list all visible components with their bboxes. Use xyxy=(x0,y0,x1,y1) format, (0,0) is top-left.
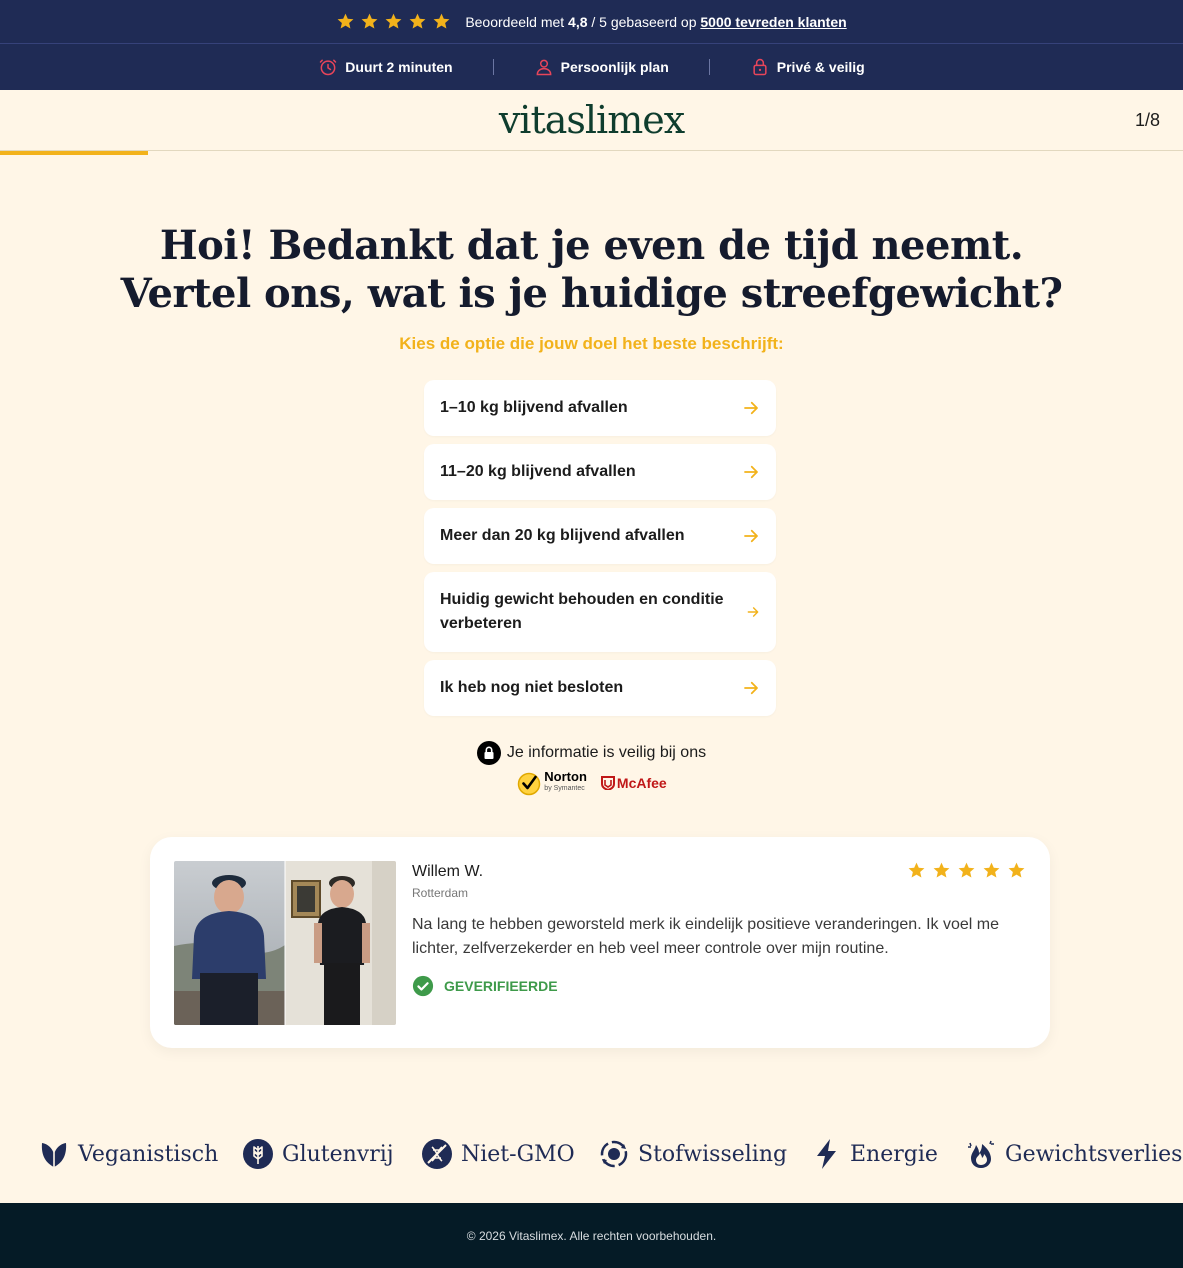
flame-icon xyxy=(968,1140,994,1168)
rating-stars xyxy=(336,12,451,31)
feature-vegan: Veganistisch xyxy=(38,1134,218,1174)
star-icon xyxy=(933,862,950,878)
feature-label: Veganistisch xyxy=(78,1141,219,1167)
verified-badge: GEVERIFIEERDE xyxy=(412,975,558,997)
step-counter: 1/8 xyxy=(1134,110,1160,130)
non-gmo-icon xyxy=(422,1139,452,1169)
feature-personal: Persoonlijk plan xyxy=(534,57,669,77)
rating-mid: / 5 gebaseerd op xyxy=(587,13,701,30)
padlock-icon xyxy=(476,741,501,765)
before-after-image xyxy=(174,861,396,1025)
star-icon xyxy=(361,13,378,29)
review-stars xyxy=(907,861,1026,880)
answer-options: 1–10 kg blijvend afvallen 11–20 kg blijv… xyxy=(424,380,776,724)
star-icon xyxy=(385,13,402,29)
option-label: 1–10 kg blijvend afvallen xyxy=(440,399,628,416)
leaf-icon xyxy=(41,1143,67,1167)
feature-metabolism: Stofwisseling xyxy=(598,1134,787,1174)
star-icon xyxy=(958,862,975,878)
before-after-photo xyxy=(174,861,396,1025)
option-label: 11–20 kg blijvend afvallen xyxy=(440,463,636,480)
question-subtitle: Kies de optie die jouw doel het beste be… xyxy=(399,334,784,353)
question-title: Hoi! Bedankt dat je even de tijd neemt. … xyxy=(120,222,1063,317)
security-text: Je informatie is veilig bij ons xyxy=(506,744,707,761)
product-features: Veganistisch Glutenvrij Niet-GMO Stofwis… xyxy=(0,1134,1183,1174)
top-bar: Beoordeeld met 4,8 / 5 gebaseerd op 5000… xyxy=(0,0,1183,90)
site-header: vitaslimex 1/8 xyxy=(0,90,1183,151)
option-maintain-weight[interactable]: Huidig gewicht behouden en conditie verb… xyxy=(424,572,776,652)
norton-sub-label: by Symantec xyxy=(544,785,585,792)
rating-value: 4,8 xyxy=(568,13,588,30)
reviews-link[interactable]: 5000 tevreden klanten xyxy=(700,14,846,30)
feature-label: Stofwisseling xyxy=(638,1141,788,1167)
option-label: Meer dan 20 kg blijvend afvallen xyxy=(440,527,685,544)
star-icon xyxy=(337,13,354,29)
feature-duration: Duurt 2 minuten xyxy=(318,57,453,77)
mcafee-badge: McAfee xyxy=(600,775,667,791)
rating-text: Beoordeeld met 4,8 / 5 gebaseerd op 5000… xyxy=(465,14,846,30)
feature-privacy: Privé & veilig xyxy=(750,57,865,77)
feature-label: Niet-GMO xyxy=(461,1141,575,1167)
arrow-right-icon xyxy=(747,607,759,617)
norton-check-icon xyxy=(518,772,541,796)
option-undecided[interactable]: Ik heb nog niet besloten xyxy=(424,660,776,716)
rating-prefix: Beoordeeld met xyxy=(465,13,569,30)
reviewer-city: Rotterdam xyxy=(412,886,469,900)
feature-label: Glutenvrij xyxy=(282,1141,394,1167)
feature-energy: Energie xyxy=(812,1134,938,1174)
security-note: Je informatie is veilig bij ons xyxy=(0,741,1183,765)
mcafee-shield-icon xyxy=(600,776,615,790)
star-icon xyxy=(409,13,426,29)
rating-row: Beoordeeld met 4,8 / 5 gebaseerd op 5000… xyxy=(0,0,1183,44)
option-1-10kg[interactable]: 1–10 kg blijvend afvallen xyxy=(424,380,776,436)
check-circle-icon xyxy=(412,975,434,997)
feature-row: Duurt 2 minuten Persoonlijk plan Privé &… xyxy=(0,44,1183,90)
star-icon xyxy=(433,13,450,29)
mcafee-label: McAfee xyxy=(616,775,667,791)
feature-non-gmo: Niet-GMO xyxy=(421,1134,575,1174)
clock-icon xyxy=(320,59,337,76)
option-more-than-20kg[interactable]: Meer dan 20 kg blijvend afvallen xyxy=(424,508,776,564)
reviewer-name: Willem W. xyxy=(412,863,484,880)
site-footer: © 2026 Vitaslimex. Alle rechten voorbeho… xyxy=(0,1203,1183,1268)
feature-label: Energie xyxy=(850,1141,938,1167)
arrow-right-icon xyxy=(744,681,758,695)
copyright-text: © 2026 Vitaslimex. Alle rechten voorbeho… xyxy=(466,1228,717,1243)
lock-icon xyxy=(753,58,767,76)
arrow-right-icon xyxy=(744,401,758,415)
feature-weight-loss: Gewichtsverlies xyxy=(965,1134,1182,1174)
star-icon xyxy=(1008,862,1025,878)
feature-gluten-free: Glutenvrij xyxy=(242,1134,394,1174)
logo[interactable]: vitaslimex xyxy=(0,98,1183,142)
option-label: Ik heb nog niet besloten xyxy=(440,679,624,696)
wheat-icon xyxy=(243,1139,273,1169)
review-text: Na lang te hebben geworsteld merk ik ein… xyxy=(412,916,999,957)
arrow-right-icon xyxy=(744,465,758,479)
lightning-icon xyxy=(817,1139,836,1169)
norton-label: Norton xyxy=(544,769,587,784)
star-icon xyxy=(983,862,1000,878)
option-11-20kg[interactable]: 11–20 kg blijvend afvallen xyxy=(424,444,776,500)
divider xyxy=(708,59,710,75)
star-icon xyxy=(908,862,925,878)
progress-bar xyxy=(0,151,148,155)
feature-personal-label: Persoonlijk plan xyxy=(560,59,669,75)
metabolism-icon xyxy=(600,1140,628,1168)
feature-label: Gewichtsverlies xyxy=(1005,1141,1183,1167)
feature-duration-label: Duurt 2 minuten xyxy=(345,59,453,75)
person-icon xyxy=(536,59,552,76)
security-badges: Norton by Symantec McAfee xyxy=(0,770,1183,796)
verified-label: GEVERIFIEERDE xyxy=(444,978,558,994)
divider xyxy=(492,59,494,75)
review-card: Willem W. Rotterdam Na lang te hebben ge… xyxy=(150,837,1050,1048)
arrow-right-icon xyxy=(744,529,758,543)
feature-privacy-label: Privé & veilig xyxy=(776,59,865,75)
norton-badge: Norton by Symantec xyxy=(516,770,587,796)
option-label: Huidig gewicht behouden en conditie verb… xyxy=(440,591,724,632)
